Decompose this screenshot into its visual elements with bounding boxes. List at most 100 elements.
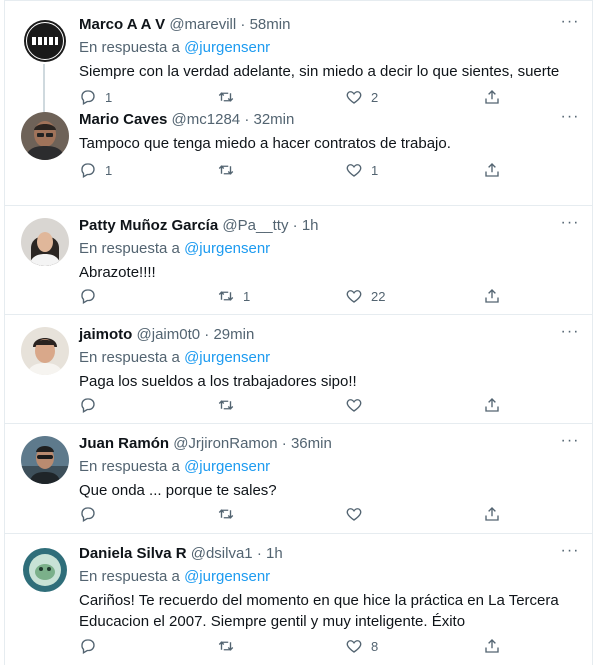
author-handle[interactable]: @jaim0t0 [137,326,201,343]
avatar[interactable] [21,327,69,375]
author-name[interactable]: Marco A A V [79,16,165,33]
like-button[interactable] [345,504,371,524]
action-bar: 1 1 [79,160,580,180]
like-button[interactable] [345,395,371,415]
retweet-button[interactable]: 1 [217,286,250,306]
reply-icon [81,639,95,654]
tweet-text: Que onda ... porque te sales? [79,482,277,499]
author-name[interactable]: Juan Ramón [79,435,169,452]
retweet-icon [218,400,234,410]
heart-icon [346,91,362,104]
action-bar [79,395,580,415]
retweet-button[interactable] [217,395,243,415]
author-handle[interactable]: @Pa__tty [222,217,288,234]
avatar[interactable] [21,17,69,65]
reply-button[interactable] [79,395,105,415]
reply-icon [81,398,95,413]
like-count: 2 [371,89,379,105]
more-icon[interactable]: ··· [560,433,580,454]
tweet-text: Tampoco que tenga miedo a hacer contrato… [79,135,451,152]
retweet-count: 1 [243,288,251,304]
author-handle[interactable]: @JrjironRamon [173,435,277,452]
retweet-button[interactable] [217,160,243,180]
reply-handle-link[interactable]: @jurgensenr [184,458,270,475]
reply-icon [81,507,95,522]
thread-line [43,64,45,114]
author-name[interactable]: jaimoto [79,326,132,343]
tweet[interactable]: Mario Caves @mc1284 · 32min ··· Tampoco … [5,109,592,206]
heart-icon [346,508,362,521]
heart-icon [346,399,362,412]
tweet[interactable]: jaimoto @jaim0t0 · 29min ··· En respuest… [5,315,592,424]
heart-icon [346,164,362,177]
more-icon[interactable]: ··· [560,324,580,345]
timestamp[interactable]: 58min [250,16,291,33]
reply-context: En respuesta a @jurgensenr [79,457,580,477]
like-button[interactable]: 1 [345,160,378,180]
author-handle[interactable]: @mc1284 [172,111,241,128]
reply-count: 1 [105,89,113,105]
tweet[interactable]: Juan Ramón @JrjironRamon · 36min ··· En … [5,424,592,534]
timestamp[interactable]: 32min [253,111,294,128]
author-handle[interactable]: @dsilva1 [191,545,253,562]
heart-icon [346,290,362,303]
reply-prefix: En respuesta a [79,458,180,475]
tweet[interactable]: Daniela Silva R @dsilva1 · 1h ··· En res… [5,534,592,665]
reply-handle-link[interactable]: @jurgensenr [184,349,270,366]
share-icon [485,507,499,521]
like-button[interactable]: 2 [345,87,378,107]
timestamp[interactable]: 1h [302,217,319,234]
tweet-text: Cariños! Te recuerdo del momento en que … [79,592,559,630]
reply-prefix: En respuesta a [79,349,180,366]
reply-button[interactable]: 1 [79,87,112,107]
reply-button[interactable] [79,636,105,656]
share-icon [485,289,499,303]
share-button[interactable] [483,636,501,656]
retweet-icon [218,641,234,651]
like-count: 8 [371,638,379,654]
avatar[interactable] [21,436,69,484]
author-name[interactable]: Daniela Silva R [79,545,187,562]
avatar[interactable] [21,546,69,594]
more-icon[interactable]: ··· [560,215,580,236]
tweet-text: Paga los sueldos a los trabajadores sipo… [79,373,357,390]
retweet-icon [218,92,234,102]
reply-handle-link[interactable]: @jurgensenr [184,568,270,585]
more-icon[interactable]: ··· [560,14,580,35]
reply-handle-link[interactable]: @jurgensenr [184,240,270,257]
action-bar [79,504,580,524]
tweet[interactable]: Patty Muñoz García @Pa__tty · 1h ··· En … [5,206,592,315]
share-button[interactable] [483,504,501,524]
retweet-button[interactable] [217,87,243,107]
reply-context: En respuesta a @jurgensenr [79,348,580,368]
like-button[interactable]: 8 [345,636,378,656]
share-button[interactable] [483,160,501,180]
retweet-button[interactable] [217,636,243,656]
reply-button[interactable]: 1 [79,160,112,180]
reply-prefix: En respuesta a [79,568,180,585]
like-button[interactable]: 22 [345,286,385,306]
reply-prefix: En respuesta a [79,240,180,257]
author-name[interactable]: Mario Caves [79,111,167,128]
avatar[interactable] [21,218,69,266]
reply-button[interactable] [79,286,105,306]
share-button[interactable] [483,286,501,306]
retweet-button[interactable] [217,504,243,524]
reply-handle-link[interactable]: @jurgensenr [184,39,270,56]
author-handle[interactable]: @marevill [169,16,236,33]
avatar[interactable] [21,112,69,160]
tweet[interactable]: Marco A A V @marevill · 58min ··· En res… [5,1,592,114]
share-button[interactable] [483,395,501,415]
timestamp[interactable]: 36min [291,435,332,452]
more-icon[interactable]: ··· [560,543,580,564]
reply-icon [81,163,95,178]
share-button[interactable] [483,87,501,107]
author-name[interactable]: Patty Muñoz García [79,217,218,234]
timestamp[interactable]: 1h [266,545,283,562]
timestamp[interactable]: 29min [213,326,254,343]
more-icon[interactable]: ··· [560,109,580,130]
reply-button[interactable] [79,504,105,524]
reply-icon [81,289,95,304]
share-icon [485,639,499,653]
retweet-icon [218,165,234,175]
